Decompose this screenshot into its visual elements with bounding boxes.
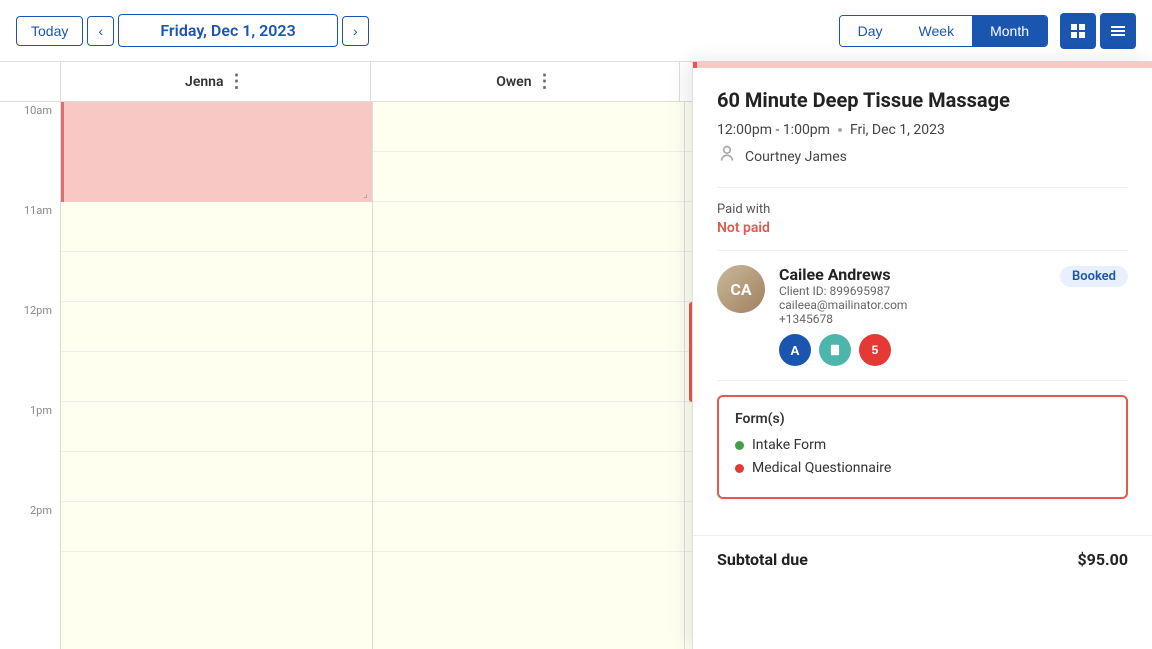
staff-name-jenna: Jenna: [185, 74, 224, 90]
forms-title: Form(s): [735, 411, 1110, 427]
client-profile-button[interactable]: A: [779, 334, 811, 366]
staff-header-jenna: Jenna ⋮: [60, 62, 370, 101]
time-label-10am: 10am: [0, 102, 60, 152]
slot-owen-2pm[interactable]: [373, 502, 684, 552]
client-alerts-button[interactable]: 5: [859, 334, 891, 366]
time-label-empty2: [0, 252, 60, 302]
today-button[interactable]: Today: [16, 16, 83, 46]
time-label-12pm: 12pm: [0, 302, 60, 352]
divider-2: [717, 250, 1128, 251]
form-label-medical: Medical Questionnaire: [752, 460, 891, 476]
slot-jenna-1pm[interactable]: [61, 402, 372, 452]
client-email: caileea@mailinator.com: [779, 298, 1046, 312]
divider-3: [717, 380, 1128, 381]
staff-name-owen: Owen: [496, 74, 531, 90]
paid-section: Paid with Not paid: [717, 202, 1128, 236]
resize-handle: ⌟: [363, 189, 368, 200]
slot-owen-1030[interactable]: [373, 152, 684, 202]
next-button[interactable]: ›: [342, 16, 369, 46]
slot-jenna-2pm[interactable]: [61, 502, 372, 552]
person-icon: [717, 144, 737, 169]
time-label-11am: 11am: [0, 202, 60, 252]
popup-date: Fri, Dec 1, 2023: [850, 122, 945, 138]
header-nav: Today ‹ Friday, Dec 1, 2023 ›: [16, 14, 369, 47]
column-owen: [372, 102, 684, 649]
slot-owen-11am[interactable]: [373, 202, 684, 252]
form-dot-green: [735, 441, 744, 450]
dot-separator: [838, 128, 842, 132]
time-label-2pm: 2pm: [0, 502, 60, 552]
popup-therapist-row: Courtney James: [717, 144, 1128, 169]
client-avatar: CA: [717, 265, 765, 313]
form-dot-red: [735, 464, 744, 473]
client-notes-button[interactable]: [819, 334, 851, 366]
slot-jenna-1230[interactable]: [61, 352, 372, 402]
prev-button[interactable]: ‹: [87, 16, 114, 46]
client-actions: A 5: [779, 334, 1046, 366]
time-label-empty1: [0, 152, 60, 202]
calendar-header: Today ‹ Friday, Dec 1, 2023 › Day Week M…: [0, 0, 1152, 62]
staff-menu-owen[interactable]: ⋮: [536, 71, 554, 92]
time-label-empty4: [0, 452, 60, 502]
time-label-empty3: [0, 352, 60, 402]
slot-owen-1130[interactable]: [373, 252, 684, 302]
tab-week[interactable]: Week: [901, 16, 973, 46]
paid-label: Paid with: [717, 202, 1128, 217]
divider-1: [717, 187, 1128, 188]
staff-header-owen: Owen ⋮: [370, 62, 680, 101]
client-phone: +1345678: [779, 312, 1046, 326]
popup-therapist: Courtney James: [745, 149, 847, 165]
current-date-display: Friday, Dec 1, 2023: [118, 14, 338, 47]
view-controls: Day Week Month: [839, 13, 1136, 49]
time-label-1pm: 1pm: [0, 402, 60, 452]
slot-owen-10am[interactable]: [373, 102, 684, 152]
time-gutter-header: [0, 62, 60, 101]
popup-time: 12:00pm - 1:00pm: [717, 122, 830, 138]
forms-section: Form(s) Intake Form Medical Questionnair…: [717, 395, 1128, 499]
booked-badge: Booked: [1060, 265, 1128, 284]
time-gutter: 10am 11am 12pm 1pm 2pm: [0, 102, 60, 649]
subtotal-value: $95.00: [1077, 550, 1128, 569]
client-name: Cailee Andrews: [779, 265, 1046, 284]
grid-view-button[interactable]: [1060, 13, 1096, 49]
slot-jenna-1130[interactable]: [61, 252, 372, 302]
column-jenna: ⌟: [60, 102, 372, 649]
subtotal-row: Subtotal due $95.00: [693, 535, 1152, 583]
slot-jenna-12pm[interactable]: [61, 302, 372, 352]
slot-jenna-11am[interactable]: [61, 202, 372, 252]
slot-owen-130[interactable]: [373, 452, 684, 502]
form-item-intake: Intake Form: [735, 437, 1110, 453]
paid-status: Not paid: [717, 220, 1128, 236]
slot-owen-1230[interactable]: [373, 352, 684, 402]
slot-owen-1pm[interactable]: [373, 402, 684, 452]
popup-datetime: 12:00pm - 1:00pm Fri, Dec 1, 2023: [717, 122, 1128, 138]
popup-content: 60 Minute Deep Tissue Massage 12:00pm - …: [693, 68, 1152, 535]
slot-jenna-130[interactable]: [61, 452, 372, 502]
appointment-popup: 60 Minute Deep Tissue Massage 12:00pm - …: [692, 62, 1152, 649]
form-item-medical: Medical Questionnaire: [735, 460, 1110, 476]
calendar-body: Jenna ⋮ Owen ⋮ Courtney ⋮ ▶anda ⋮ 10am 1…: [0, 62, 1152, 649]
list-view-button[interactable]: [1100, 13, 1136, 49]
tab-day[interactable]: Day: [840, 16, 901, 46]
form-label-intake: Intake Form: [752, 437, 826, 453]
client-card: CA Cailee Andrews Client ID: 899695987 c…: [717, 265, 1128, 366]
jenna-appointment-block[interactable]: ⌟: [61, 102, 372, 202]
subtotal-label: Subtotal due: [717, 550, 808, 569]
tab-month[interactable]: Month: [972, 16, 1047, 46]
popup-title: 60 Minute Deep Tissue Massage: [717, 88, 1128, 112]
client-id: Client ID: 899695987: [779, 284, 1046, 298]
client-info: Cailee Andrews Client ID: 899695987 cail…: [779, 265, 1046, 366]
staff-menu-jenna[interactable]: ⋮: [228, 71, 246, 92]
slot-owen-12pm[interactable]: [373, 302, 684, 352]
view-tab-group: Day Week Month: [839, 15, 1048, 47]
